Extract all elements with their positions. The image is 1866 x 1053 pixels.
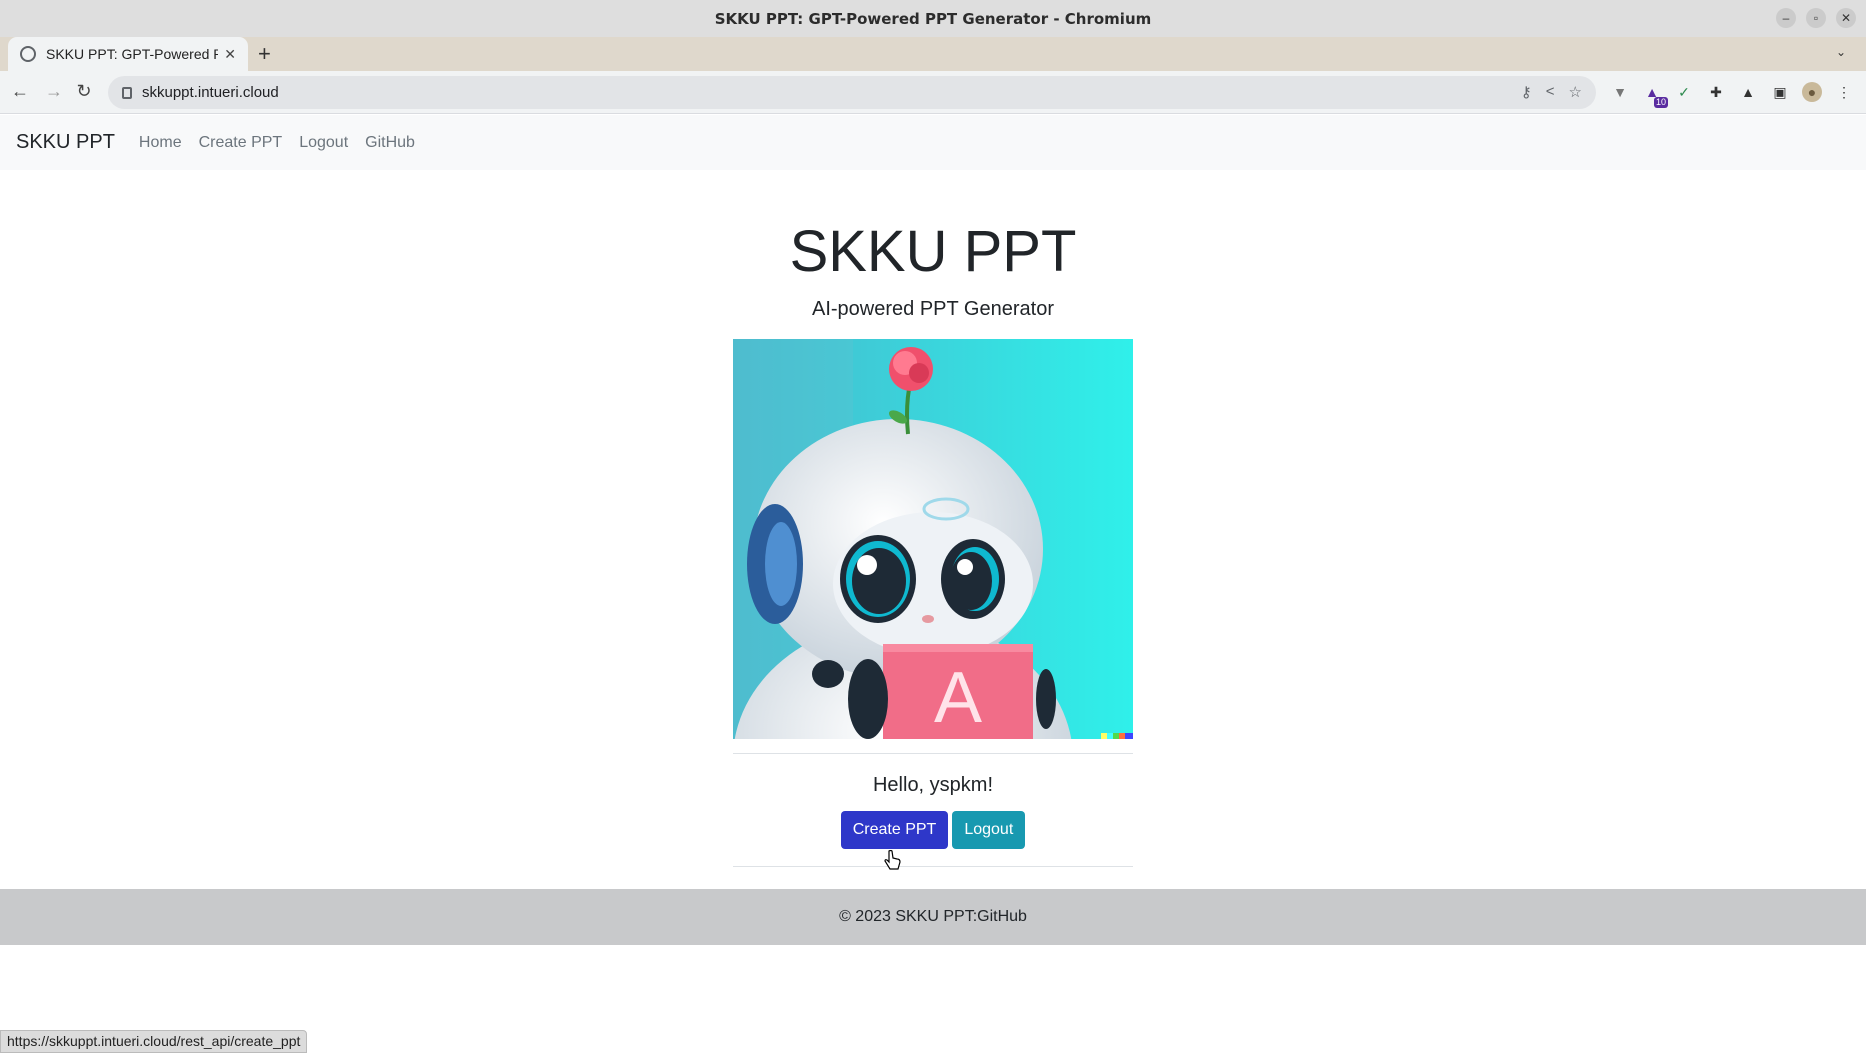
robot-illustration: A bbox=[733, 339, 1133, 739]
footer-copyright: © 2023 SKKU PPT: bbox=[839, 908, 978, 925]
close-tab-icon[interactable]: ✕ bbox=[224, 46, 236, 63]
laptop-logo-letter: A bbox=[934, 658, 982, 738]
footer-github-link[interactable]: GitHub bbox=[977, 908, 1027, 926]
site-navbar: SKKU PPT Home Create PPT Logout GitHub bbox=[0, 115, 1866, 170]
share-icon[interactable]: < bbox=[1546, 83, 1555, 101]
hero-section: SKKU PPT AI-powered PPT Generator A Hell… bbox=[733, 170, 1133, 867]
nav-home[interactable]: Home bbox=[139, 134, 182, 152]
window-title: SKKU PPT: GPT-Powered PPT Generator - Ch… bbox=[714, 9, 1152, 28]
extension-icons: ▼ ▲ 10 ✓ ✚ ▲ ▣ ● ⋮ bbox=[1610, 82, 1854, 108]
checklist-extension-icon[interactable]: ✓ bbox=[1674, 82, 1694, 102]
tab-title: SKKU PPT: GPT-Powered PPT Generator bbox=[46, 46, 219, 62]
action-buttons: Create PPT Logout bbox=[733, 811, 1133, 849]
sidepanel-icon[interactable]: ▣ bbox=[1770, 82, 1790, 102]
greeting-text: Hello, yspkm! bbox=[872, 774, 994, 796]
page-title: SKKU PPT bbox=[789, 219, 1077, 284]
chevron-down-icon[interactable]: ⌄ bbox=[1836, 45, 1846, 59]
profile-avatar-icon[interactable]: ● bbox=[1802, 82, 1822, 102]
site-footer: © 2023 SKKU PPT: GitHub bbox=[0, 889, 1866, 945]
nav-logout[interactable]: Logout bbox=[299, 134, 348, 152]
tab-strip: SKKU PPT: GPT-Powered PPT Generator ✕ + … bbox=[0, 37, 1866, 71]
lock-icon bbox=[122, 86, 132, 99]
browser-toolbar: ← → ↻ skkuppt.intueri.cloud ⚷ < ☆ ▼ ▲ 10 … bbox=[0, 71, 1866, 114]
globe-icon bbox=[20, 46, 36, 62]
extension-badge-icon[interactable]: ▲ 10 bbox=[1642, 82, 1668, 108]
close-window-icon[interactable]: ✕ bbox=[1836, 8, 1856, 28]
extension-badge-count: 10 bbox=[1653, 97, 1668, 108]
nav-create-ppt[interactable]: Create PPT bbox=[199, 134, 283, 152]
page-subtitle: AI-powered PPT Generator bbox=[812, 298, 1054, 320]
address-bar-icons: ⚷ < ☆ bbox=[1521, 83, 1582, 101]
key-icon[interactable]: ⚷ bbox=[1521, 83, 1532, 101]
menu-dots-icon[interactable]: ⋮ bbox=[1834, 82, 1854, 102]
nav-github[interactable]: GitHub bbox=[365, 134, 415, 152]
create-ppt-button[interactable]: Create PPT bbox=[840, 811, 949, 849]
reload-icon[interactable]: ↻ bbox=[72, 81, 96, 102]
puzzle-icon[interactable]: ✚ bbox=[1706, 82, 1726, 102]
new-tab-icon[interactable]: + bbox=[258, 41, 271, 67]
minimize-icon[interactable]: – bbox=[1776, 8, 1796, 28]
logout-button[interactable]: Logout bbox=[952, 811, 1026, 849]
maximize-icon[interactable]: ▫ bbox=[1806, 8, 1826, 28]
forward-arrow-icon[interactable]: → bbox=[42, 81, 66, 102]
star-icon[interactable]: ☆ bbox=[1569, 83, 1582, 101]
vpn-extension-icon[interactable]: ▼ bbox=[1610, 82, 1630, 102]
url-text[interactable]: skkuppt.intueri.cloud bbox=[142, 84, 279, 101]
hand-cursor-icon bbox=[884, 850, 901, 870]
back-arrow-icon[interactable]: ← bbox=[8, 81, 32, 102]
divider bbox=[733, 866, 1133, 867]
address-bar[interactable]: skkuppt.intueri.cloud ⚷ < ☆ bbox=[108, 76, 1596, 109]
flask-icon[interactable]: ▲ bbox=[1738, 82, 1758, 102]
window-titlebar: SKKU PPT: GPT-Powered PPT Generator - Ch… bbox=[0, 0, 1866, 37]
navbar-brand[interactable]: SKKU PPT bbox=[16, 131, 115, 154]
link-status-bar: https://skkuppt.intueri.cloud/rest_api/c… bbox=[0, 1030, 308, 1053]
window-controls: – ▫ ✕ bbox=[1776, 8, 1856, 28]
divider bbox=[733, 753, 1133, 754]
browser-tab[interactable]: SKKU PPT: GPT-Powered PPT Generator ✕ bbox=[8, 37, 248, 71]
